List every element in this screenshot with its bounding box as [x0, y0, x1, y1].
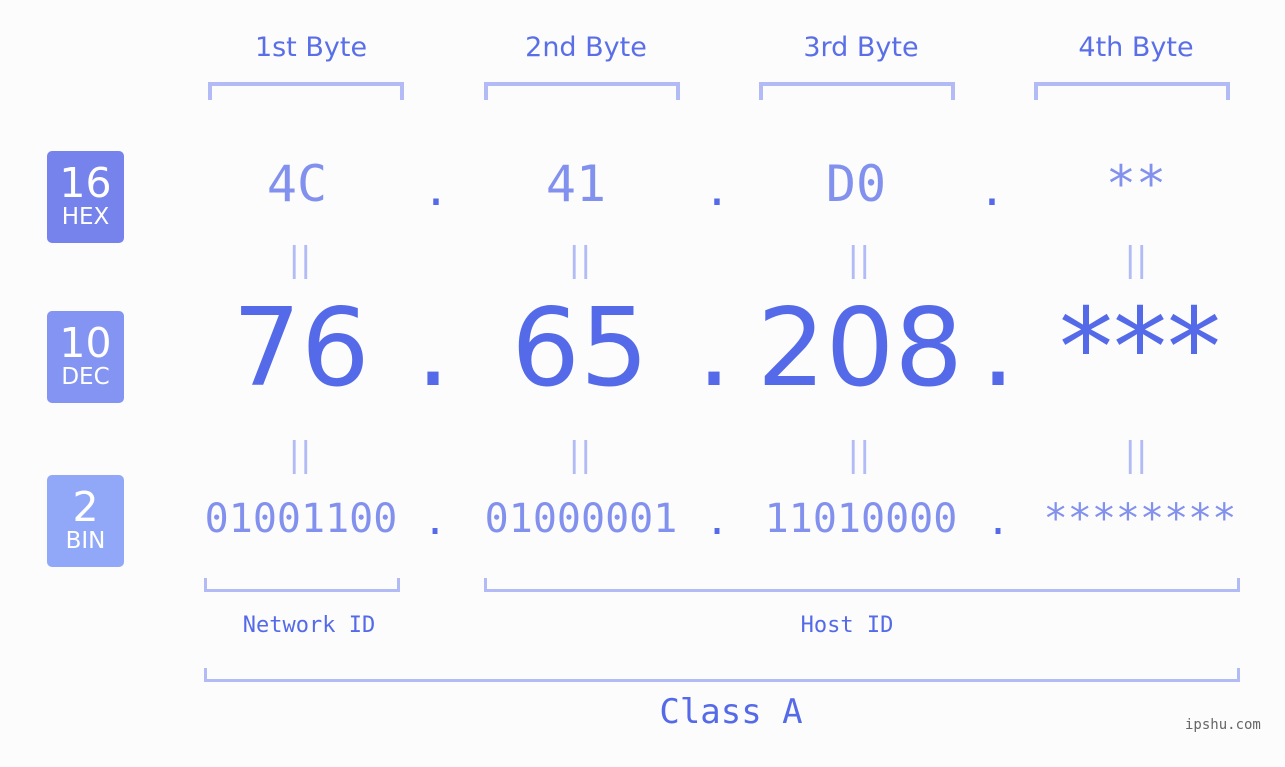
network-id-bracket — [204, 578, 400, 592]
byte-header-1: 1st Byte — [254, 32, 368, 63]
hex-dot-1: . — [422, 165, 450, 216]
byte-header-4: 4th Byte — [1078, 32, 1194, 63]
bin-label: BIN — [65, 528, 106, 554]
bin-byte-1: 01001100 — [204, 496, 398, 542]
dec-label: DEC — [61, 364, 110, 390]
byte-bracket-4 — [1034, 82, 1230, 100]
hex-base: 16 — [59, 159, 112, 207]
dec-byte-3: 208 — [756, 286, 964, 411]
hex-label: HEX — [61, 204, 110, 230]
bin-dot-1: . — [422, 498, 448, 544]
hex-byte-4: ** — [1105, 155, 1167, 213]
dec-byte-2: 65 — [511, 286, 649, 411]
host-id-label: Host ID — [800, 613, 894, 638]
dec-dot-1: . — [415, 286, 451, 411]
hex-byte-1: 4C — [266, 155, 328, 213]
hex-byte-3: D0 — [825, 155, 887, 213]
dec-dot-3: . — [980, 286, 1016, 411]
equals-icon: || — [1124, 240, 1148, 280]
watermark: ipshu.com — [1185, 717, 1261, 733]
host-id-bracket — [484, 578, 1240, 592]
byte-bracket-1 — [208, 82, 404, 100]
dec-base: 10 — [59, 319, 112, 367]
hex-dot-2: . — [703, 165, 731, 216]
hex-dot-3: . — [978, 165, 1006, 216]
hex-badge: 16 HEX — [47, 151, 124, 243]
network-id-label: Network ID — [242, 613, 376, 638]
bin-badge: 2 BIN — [47, 475, 124, 567]
byte-header-2: 2nd Byte — [525, 32, 647, 63]
equals-icon: || — [847, 435, 871, 475]
bin-base: 2 — [72, 483, 99, 531]
bin-dot-3: . — [985, 498, 1011, 544]
byte-bracket-3 — [759, 82, 955, 100]
bin-byte-2: 01000001 — [484, 496, 678, 542]
byte-header-3: 3rd Byte — [803, 32, 919, 63]
dec-byte-1: 76 — [232, 286, 370, 411]
equals-icon: || — [288, 435, 312, 475]
equals-icon: || — [568, 435, 592, 475]
class-bracket — [204, 668, 1240, 682]
dec-byte-4: *** — [1059, 286, 1221, 411]
bin-byte-4: ******** — [1043, 496, 1237, 542]
dec-badge: 10 DEC — [47, 311, 124, 403]
equals-icon: || — [288, 240, 312, 280]
equals-icon: || — [847, 240, 871, 280]
class-label: Class A — [659, 692, 803, 732]
hex-byte-2: 41 — [545, 155, 607, 213]
bin-dot-2: . — [704, 498, 730, 544]
bin-byte-3: 11010000 — [764, 496, 958, 542]
byte-bracket-2 — [484, 82, 680, 100]
equals-icon: || — [568, 240, 592, 280]
dec-dot-2: . — [696, 286, 732, 411]
equals-icon: || — [1124, 435, 1148, 475]
